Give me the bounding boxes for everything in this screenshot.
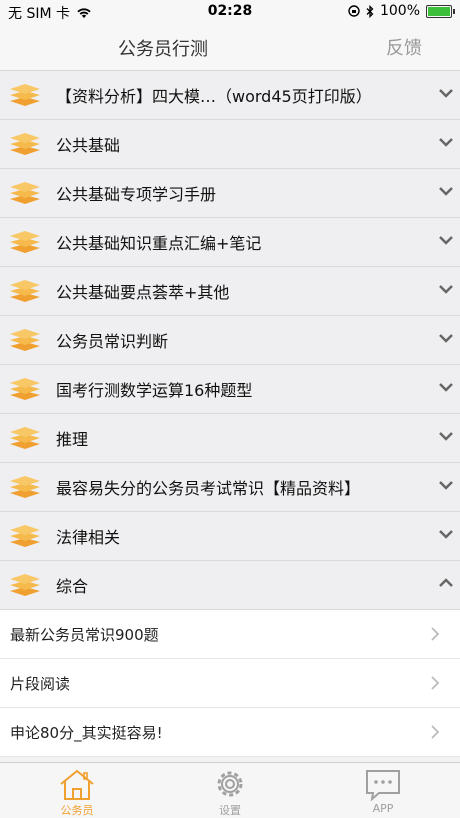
category-row[interactable]: 公共基础 xyxy=(0,120,460,169)
chat-icon xyxy=(366,770,400,801)
chevron-down-icon[interactable] xyxy=(438,332,454,344)
list-item[interactable]: 最新公务员常识900题 xyxy=(0,610,460,659)
category-label: 公共基础专项学习手册 xyxy=(56,185,217,204)
tab-bar: 公务员 设置 APP xyxy=(0,762,460,818)
tab-label: 设置 xyxy=(219,804,241,817)
stack-layers-icon xyxy=(10,182,40,204)
category-row[interactable]: 法律相关 xyxy=(0,512,460,561)
category-label: 公共基础 xyxy=(56,136,121,155)
page-title: 公务员行测 xyxy=(118,39,208,60)
gear-icon xyxy=(217,771,243,797)
category-label: 公共基础知识重点汇编+笔记 xyxy=(56,234,262,253)
stack-layers-icon xyxy=(10,84,40,106)
category-row[interactable]: 公共基础要点荟萃+其他 xyxy=(0,267,460,316)
category-label: 【资料分析】四大模…（word45页打印版） xyxy=(56,87,372,106)
status-bar: 无 SIM 卡 02:28 100% xyxy=(0,0,460,24)
list-item-label: 最新公务员常识900题 xyxy=(10,625,159,644)
stack-layers-icon xyxy=(10,378,40,400)
chevron-down-icon[interactable] xyxy=(438,136,454,148)
stack-layers-icon xyxy=(10,525,40,547)
category-row[interactable]: 最容易失分的公务员考试常识【精品资料】 xyxy=(0,463,460,512)
chevron-down-icon[interactable] xyxy=(438,381,454,393)
battery-text: 100% xyxy=(379,3,420,19)
stack-layers-icon xyxy=(10,427,40,449)
tab-label: 公务员 xyxy=(60,804,94,817)
category-label: 综合 xyxy=(56,577,89,596)
category-list: 【资料分析】四大模…（word45页打印版） 公共基础 公共基础专项学习手册 公… xyxy=(0,71,460,757)
navigation-bar: 公务员行测 反馈 xyxy=(0,24,460,71)
stack-layers-icon xyxy=(10,329,40,351)
list-item[interactable]: 申论80分_其实挺容易! xyxy=(0,708,460,757)
chevron-right-icon xyxy=(431,725,440,739)
orientation-lock-icon xyxy=(348,5,360,17)
battery-icon xyxy=(426,4,455,18)
category-label: 公共基础要点荟萃+其他 xyxy=(56,283,230,302)
tab-label: APP xyxy=(372,802,394,815)
stack-layers-icon xyxy=(10,231,40,253)
chevron-down-icon[interactable] xyxy=(438,234,454,246)
category-label: 推理 xyxy=(56,430,89,449)
stack-layers-icon xyxy=(10,574,40,596)
category-row[interactable]: 公共基础知识重点汇编+笔记 xyxy=(0,218,460,267)
stack-layers-icon xyxy=(10,476,40,498)
chevron-right-icon xyxy=(431,627,440,641)
category-row[interactable]: 推理 xyxy=(0,414,460,463)
stack-layers-icon xyxy=(10,133,40,155)
category-row-expanded[interactable]: 综合 xyxy=(0,561,460,610)
house-icon xyxy=(60,769,94,800)
list-item-label: 申论80分_其实挺容易! xyxy=(10,723,163,742)
category-label: 公务员常识判断 xyxy=(56,332,169,351)
chevron-down-icon[interactable] xyxy=(438,185,454,197)
feedback-button[interactable]: 反馈 xyxy=(386,34,422,60)
chevron-down-icon[interactable] xyxy=(438,283,454,295)
chevron-up-icon[interactable] xyxy=(438,577,454,589)
chevron-down-icon[interactable] xyxy=(438,430,454,442)
list-item[interactable]: 片段阅读 xyxy=(0,659,460,708)
category-row[interactable]: 【资料分析】四大模…（word45页打印版） xyxy=(0,71,460,120)
stack-layers-icon xyxy=(10,280,40,302)
category-row[interactable]: 公务员常识判断 xyxy=(0,316,460,365)
category-row[interactable]: 国考行测数学运算16种题型 xyxy=(0,365,460,414)
chevron-right-icon xyxy=(431,676,440,690)
tab-app[interactable]: APP xyxy=(323,763,443,818)
list-item-label: 片段阅读 xyxy=(10,674,71,693)
tab-settings[interactable]: 设置 xyxy=(170,763,290,818)
category-row[interactable]: 公共基础专项学习手册 xyxy=(0,169,460,218)
chevron-down-icon[interactable] xyxy=(438,479,454,491)
category-label: 最容易失分的公务员考试常识【精品资料】 xyxy=(56,479,361,498)
category-label: 国考行测数学运算16种题型 xyxy=(56,381,253,400)
bluetooth-icon xyxy=(366,4,374,18)
category-label: 法律相关 xyxy=(56,528,121,547)
tab-civil-servant[interactable]: 公务员 xyxy=(17,763,137,818)
chevron-down-icon[interactable] xyxy=(438,87,454,99)
chevron-down-icon[interactable] xyxy=(438,528,454,540)
